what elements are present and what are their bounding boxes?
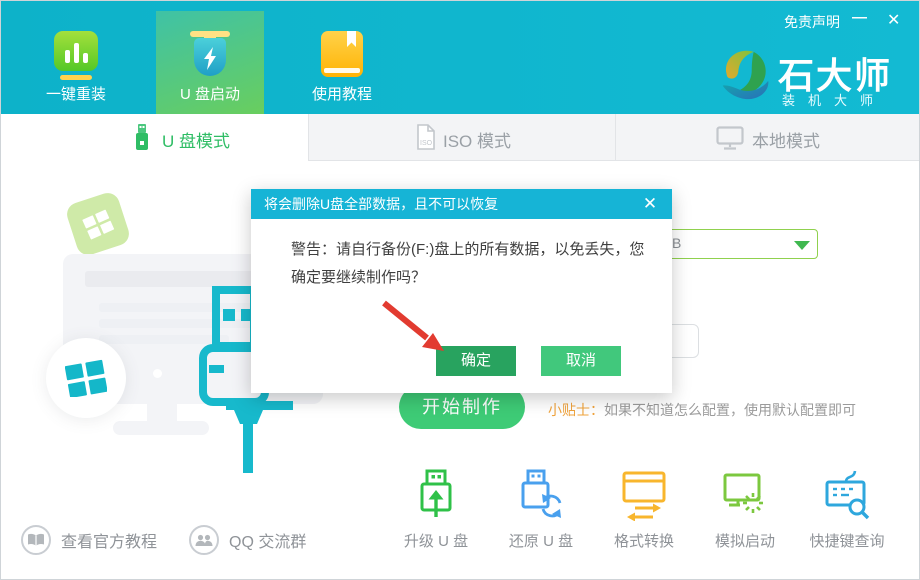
book-icon xyxy=(321,31,363,77)
tool-label: 还原 U 盘 xyxy=(509,530,573,551)
close-button[interactable]: ✕ xyxy=(887,10,900,30)
monitor-icon xyxy=(716,126,744,151)
windows-flag-icon xyxy=(65,359,107,397)
mode-tab-label: ISO 模式 xyxy=(443,127,511,152)
tab-label: 使用教程 xyxy=(288,83,396,104)
iso-file-icon: ISO xyxy=(415,124,437,151)
tool-label: 升级 U 盘 xyxy=(404,530,468,551)
tab-usb-mode[interactable]: U 盘模式 xyxy=(1,114,308,161)
tab-one-key-reinstall[interactable]: 一键重装 xyxy=(22,11,130,114)
brand-logo-icon xyxy=(715,45,773,107)
official-tutorial-link[interactable]: 查看官方教程 xyxy=(21,523,157,557)
dialog-title: 将会删除U盘全部数据，且不可以恢复 xyxy=(264,189,498,219)
brand-subtitle: 装机大师 xyxy=(782,90,886,109)
tip-prefix: 小贴士： xyxy=(548,402,604,418)
format-convert-icon xyxy=(621,469,667,521)
people-icon xyxy=(189,525,219,555)
qq-group-link[interactable]: QQ 交流群 xyxy=(189,523,306,557)
usb-drive-icon xyxy=(133,124,151,151)
tool-hotkey-search[interactable]: 快捷键查询 xyxy=(795,469,899,551)
dialog-title-bar: 将会删除U盘全部数据，且不可以恢复 ✕ xyxy=(251,189,672,219)
svg-text:ISO: ISO xyxy=(420,140,433,147)
simulate-boot-icon xyxy=(722,469,768,521)
link-label: QQ 交流群 xyxy=(229,528,306,552)
tab-usb-boot[interactable]: U 盘启动 xyxy=(156,11,264,114)
tool-upgrade-usb[interactable]: 升级 U 盘 xyxy=(384,469,488,551)
chart-bars-icon xyxy=(54,31,98,71)
windows-badge-illustration xyxy=(64,190,132,258)
tool-label: 快捷键查询 xyxy=(809,530,884,551)
chevron-down-icon xyxy=(794,241,810,250)
confirm-button[interactable]: 确定 xyxy=(436,346,516,376)
tab-label: 一键重装 xyxy=(22,83,130,104)
minimize-button[interactable]: — xyxy=(852,9,867,26)
dialog-message: 警告：请自行备份(F:)盘上的所有数据，以免丢失，您 确定要继续制作吗？ xyxy=(291,236,661,292)
tool-label: 格式转换 xyxy=(614,530,674,551)
tab-label: U 盘启动 xyxy=(156,83,264,104)
tool-label: 模拟启动 xyxy=(715,530,775,551)
hotkey-search-icon xyxy=(824,469,870,521)
tab-local-mode[interactable]: 本地模式 xyxy=(616,114,920,161)
upgrade-usb-icon xyxy=(413,469,459,521)
tool-simulate-boot[interactable]: 模拟启动 xyxy=(693,469,797,551)
link-label: 查看官方教程 xyxy=(61,528,157,552)
tab-tutorial[interactable]: 使用教程 xyxy=(288,11,396,114)
app-window: 一键重装 U 盘启动 使用教程 免责声明 — ✕ xyxy=(0,0,920,580)
mode-tab-label: U 盘模式 xyxy=(162,127,230,152)
top-bar: 一键重装 U 盘启动 使用教程 免责声明 — ✕ xyxy=(1,1,920,114)
tool-format-convert[interactable]: 格式转换 xyxy=(592,469,696,551)
tool-restore-usb[interactable]: 还原 U 盘 xyxy=(489,469,593,551)
restore-usb-icon xyxy=(518,469,564,521)
mode-tab-bar: U 盘模式 ISO ISO 模式 本地模式 xyxy=(1,114,920,161)
disclaimer-link[interactable]: 免责声明 xyxy=(784,12,840,32)
warning-dialog: 将会删除U盘全部数据，且不可以恢复 ✕ 警告：请自行备份(F:)盘上的所有数据，… xyxy=(251,189,672,393)
cancel-button[interactable]: 取消 xyxy=(541,346,621,376)
mode-tab-label: 本地模式 xyxy=(752,127,820,152)
usb-device-dropdown-value: B xyxy=(672,235,681,251)
dialog-close-icon[interactable]: ✕ xyxy=(636,189,664,219)
usb-shield-icon xyxy=(188,31,232,79)
tip-text: 小贴士：如果不知道怎么配置，使用默认配置即可 xyxy=(548,400,856,420)
tab-iso-mode[interactable]: ISO ISO 模式 xyxy=(309,114,615,161)
book-open-icon xyxy=(21,525,51,555)
windows-logo-circle xyxy=(46,338,126,418)
